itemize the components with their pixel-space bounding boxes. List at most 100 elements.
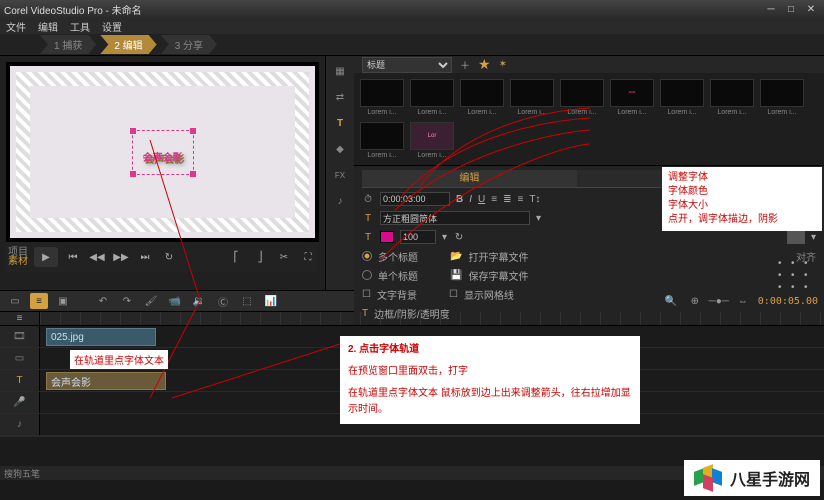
tab-edit[interactable]: 编辑 (362, 170, 577, 188)
tool-button[interactable]: Ⓒ (214, 293, 232, 309)
tool-button[interactable]: 🖌 (142, 293, 160, 309)
favorite-icon[interactable]: ★ (478, 56, 491, 73)
voice-track-icon[interactable]: 🎤 (0, 392, 40, 413)
tool-button[interactable]: 📹 (166, 293, 184, 309)
mark-out-icon[interactable]: ⎦ (251, 248, 269, 266)
transition-icon[interactable]: ⇄ (331, 88, 349, 106)
fit-button[interactable]: ⇔ (734, 293, 752, 309)
font-family-select[interactable] (380, 211, 530, 225)
radio-multi-title[interactable] (362, 251, 372, 261)
title-preset[interactable]: Lorem i... (360, 79, 404, 116)
library-toolbar: 标题 ＋ ★ ✶ (354, 56, 824, 73)
add-icon[interactable]: ＋ (460, 57, 470, 72)
preview-pane: 会声会影 项目 素材 ▶ ⏮ ◀◀ ▶▶ ⏭ ↻ ⎡ ⎦ ✂ ⛶ (0, 56, 326, 290)
loop-button[interactable]: ↻ (160, 248, 178, 266)
title-preset[interactable]: Lorem i... (760, 79, 804, 116)
options-icon[interactable]: ✶ (499, 59, 507, 70)
tool-button[interactable]: ▣ (54, 293, 72, 309)
align-right-button[interactable]: ≡ (517, 194, 523, 205)
filter-fx-icon[interactable]: FX (331, 166, 349, 184)
video-track-icon[interactable]: 🎞 (0, 326, 40, 347)
step-edit[interactable]: 2 编辑 (100, 35, 156, 54)
menu-file[interactable]: 文件 (6, 19, 26, 34)
library-gallery-select[interactable]: 标题 (362, 57, 452, 73)
tab-clip[interactable]: 素材 (8, 257, 28, 266)
title-track-icon[interactable]: T (0, 370, 40, 391)
title-icon[interactable]: T (331, 114, 349, 132)
tool-button[interactable]: ⬚ (238, 293, 256, 309)
title-preset[interactable]: Lorem i... (660, 79, 704, 116)
title-preset[interactable]: Lorem i... (560, 79, 604, 116)
mark-in-icon[interactable]: ⎡ (227, 248, 245, 266)
storyboard-view-button[interactable]: ▭ (6, 293, 24, 309)
font-color-swatch[interactable] (380, 231, 394, 243)
title-preset[interactable]: Lorem i... (710, 79, 754, 116)
timeline-view-button[interactable]: ≡ (30, 293, 48, 309)
minimize-button[interactable]: ─ (762, 2, 780, 16)
title-preset[interactable]: ==Lorem i... (610, 79, 654, 116)
align-left-button[interactable]: ≡ (491, 194, 497, 205)
underline-button[interactable]: U (478, 194, 485, 205)
undo-button[interactable]: ↶ (94, 293, 112, 309)
audio-icon[interactable]: ♪ (331, 192, 349, 210)
font-size-field[interactable] (400, 230, 436, 244)
rewind-button[interactable]: ◀◀ (88, 248, 106, 266)
title-clip[interactable]: 会声会影 (46, 372, 166, 390)
title-preset[interactable]: Lorem i... (410, 79, 454, 116)
title-preset[interactable]: Lorem i... (460, 79, 504, 116)
rotate-icon[interactable]: ↻ (453, 232, 465, 243)
transport-bar: 项目 素材 ▶ ⏮ ◀◀ ▶▶ ⏭ ↻ ⎡ ⎦ ✂ ⛶ (6, 242, 319, 272)
play-button[interactable]: ▶ (34, 247, 58, 267)
bold-button[interactable]: B (456, 194, 463, 205)
zoom-out-button[interactable]: 🔍 (662, 293, 680, 309)
media-icon[interactable]: ▦ (331, 62, 349, 80)
watermark-text: 八星手游网 (730, 466, 810, 490)
fullscreen-icon[interactable]: ⛶ (299, 248, 317, 266)
app-title: Corel VideoStudio Pro - 未命名 (4, 2, 142, 17)
vertical-text-button[interactable]: T↕ (529, 194, 540, 205)
redo-button[interactable]: ↷ (118, 293, 136, 309)
time-counter: 0:00:05.00 (758, 296, 818, 307)
title-preset[interactable]: Lorem i... (360, 122, 404, 159)
maximize-button[interactable]: □ (782, 2, 800, 16)
preset-style-swatch[interactable] (787, 230, 805, 244)
next-frame-button[interactable]: ⏭ (136, 248, 154, 266)
menu-tools[interactable]: 工具 (70, 19, 90, 34)
step-share[interactable]: 3 分享 (161, 35, 217, 54)
italic-button[interactable]: I (469, 194, 472, 205)
graphic-icon[interactable]: ◆ (331, 140, 349, 158)
split-icon[interactable]: ✂ (275, 248, 293, 266)
time-ruler[interactable]: ≡ (0, 312, 824, 326)
menu-edit[interactable]: 编辑 (38, 19, 58, 34)
checkbox-bg[interactable]: ☐ (362, 289, 371, 300)
thumbnail-grid: Lorem i... Lorem i... Lorem i... Lorem i… (354, 73, 824, 165)
duration-field[interactable] (380, 192, 450, 206)
tool-button[interactable]: 📊 (262, 293, 280, 309)
duration-icon: ⏱ (362, 194, 374, 205)
menu-settings[interactable]: 设置 (102, 19, 122, 34)
title-preset[interactable]: LorLorem i... (410, 122, 454, 159)
step-capture[interactable]: 1 捕获 (40, 35, 96, 54)
preview-monitor[interactable]: 会声会影 (6, 62, 319, 242)
tool-button[interactable]: 🔉 (190, 293, 208, 309)
checkbox-grid[interactable]: ☐ (449, 289, 458, 300)
video-clip[interactable]: 025.jpg (46, 328, 156, 346)
save-subtitle-icon[interactable]: 💾 (450, 270, 462, 281)
radio-single-title[interactable] (362, 270, 372, 280)
font-dropdown-icon[interactable]: ▾ (536, 213, 541, 224)
overlay-track-icon[interactable]: ▭ (0, 348, 40, 369)
title-preset[interactable]: Lorem i... (510, 79, 554, 116)
open-subtitle-icon[interactable]: 📂 (450, 251, 462, 262)
annotation-instructions: 2. 点击字体轨道 在预览窗口里面双击，打字 在轨道里点字体文本 鼠标放到边上出… (340, 336, 640, 424)
close-button[interactable]: ✕ (802, 2, 820, 16)
align-center-button[interactable]: ≣ (503, 194, 511, 205)
zoom-slider[interactable]: ─●─ (710, 293, 728, 309)
zoom-in-button[interactable]: ⊕ (686, 293, 704, 309)
menubar: 文件 编辑 工具 设置 (0, 18, 824, 34)
music-track-icon[interactable]: ♪ (0, 414, 40, 435)
library-pane: ▦ ⇄ T ◆ FX ♪ 标题 ＋ ★ ✶ Lorem i... Lorem i… (326, 56, 824, 290)
title-text-box[interactable]: 会声会影 (132, 130, 194, 175)
size-dropdown-icon[interactable]: ▾ (442, 232, 447, 243)
forward-button[interactable]: ▶▶ (112, 248, 130, 266)
prev-frame-button[interactable]: ⏮ (64, 248, 82, 266)
